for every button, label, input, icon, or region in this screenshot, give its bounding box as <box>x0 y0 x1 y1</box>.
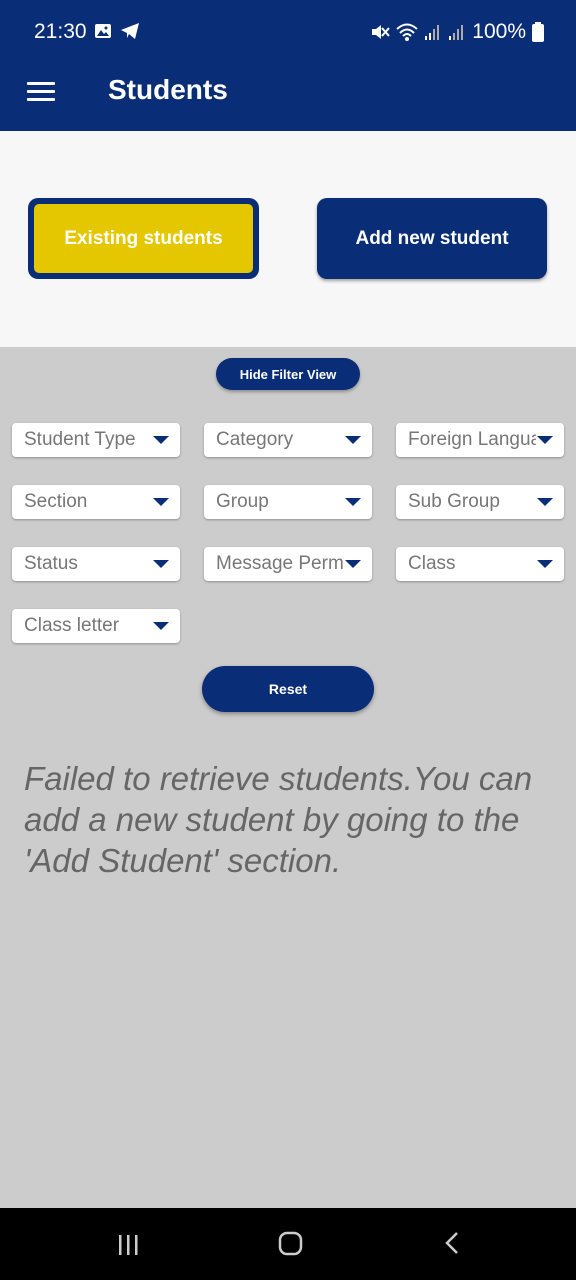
hamburger-menu-icon[interactable] <box>26 80 58 104</box>
dropdown-arrow-icon <box>345 498 361 506</box>
dropdown-arrow-icon <box>537 436 553 444</box>
home-icon[interactable] <box>270 1228 310 1260</box>
segment-panel: Existing students Add new student <box>0 131 576 347</box>
signal-icon <box>425 25 440 40</box>
system-nav-bar <box>0 1208 576 1280</box>
sub-group-dropdown[interactable]: Sub Group <box>396 485 564 519</box>
section-dropdown[interactable]: Section <box>12 485 180 519</box>
battery-percent: 100% <box>472 20 526 43</box>
signal-icon <box>449 25 464 40</box>
category-dropdown[interactable]: Category <box>204 423 372 457</box>
student-type-dropdown[interactable]: Student Type <box>12 423 180 457</box>
foreign-language-dropdown[interactable]: Foreign Langua.. <box>396 423 564 457</box>
dropdown-arrow-icon <box>537 498 553 506</box>
battery-icon <box>532 22 544 42</box>
dropdown-arrow-icon <box>345 436 361 444</box>
mute-icon <box>372 25 391 39</box>
hide-filter-view-button[interactable]: Hide Filter View <box>216 358 360 390</box>
app-bar: Students <box>0 64 576 131</box>
dropdown-arrow-icon <box>537 560 553 568</box>
add-new-student-button[interactable]: Add new student <box>317 198 547 279</box>
existing-students-label: Existing students <box>34 204 253 273</box>
wifi-icon <box>396 23 418 41</box>
class-letter-dropdown[interactable]: Class letter <box>12 609 180 643</box>
back-icon[interactable] <box>432 1228 472 1260</box>
existing-students-button[interactable]: Existing students <box>28 198 259 279</box>
image-icon <box>95 24 111 38</box>
dropdown-arrow-icon <box>153 498 169 506</box>
class-dropdown[interactable]: Class <box>396 547 564 581</box>
dropdown-arrow-icon <box>345 560 361 568</box>
recent-apps-icon[interactable] <box>108 1228 148 1260</box>
telegram-icon <box>121 23 139 39</box>
reset-button[interactable]: Reset <box>202 666 374 712</box>
error-message: Failed to retrieve students.You can add … <box>24 760 533 879</box>
status-time: 21:30 <box>34 20 87 43</box>
dropdown-arrow-icon <box>153 436 169 444</box>
group-dropdown[interactable]: Group <box>204 485 372 519</box>
status-dropdown[interactable]: Status <box>12 547 180 581</box>
dropdown-arrow-icon <box>153 622 169 630</box>
dropdown-arrow-icon <box>153 560 169 568</box>
message-permission-dropdown[interactable]: Message Perm.. <box>204 547 372 581</box>
page-title: Students <box>108 74 228 105</box>
status-bar: 21:30 100% <box>0 0 576 64</box>
